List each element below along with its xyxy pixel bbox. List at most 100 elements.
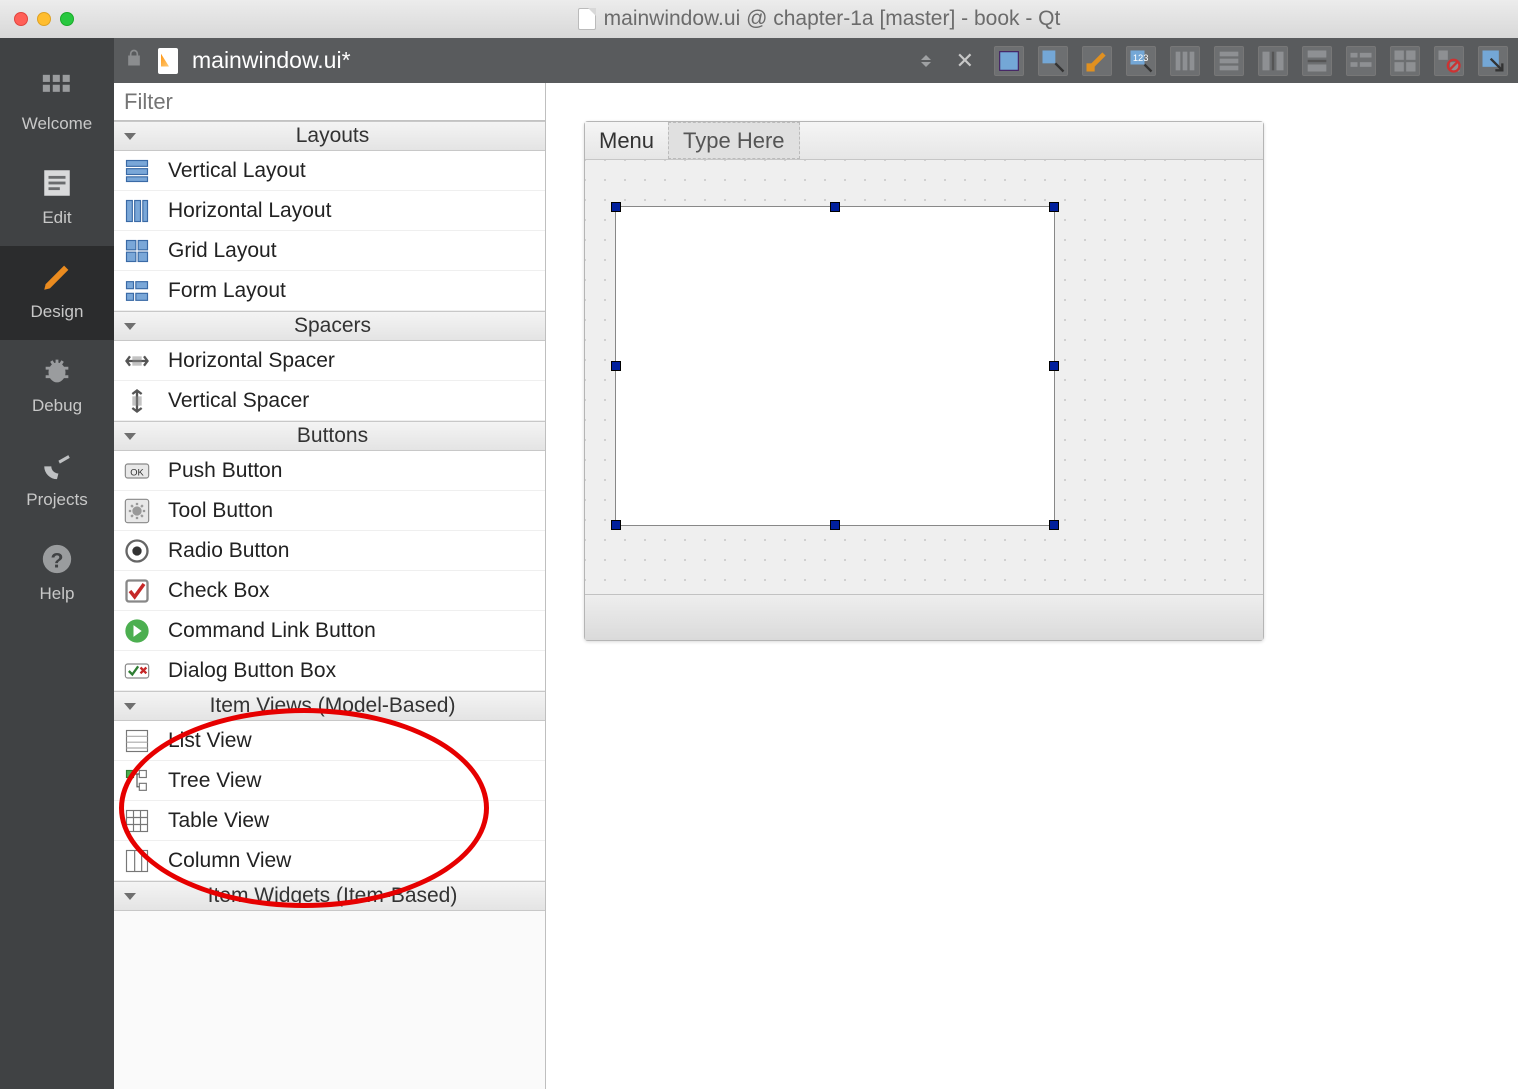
widget-item[interactable]: Tree View — [114, 761, 545, 801]
main-window-form[interactable]: Menu Type Here — [584, 121, 1264, 641]
edit-signals-slots-button[interactable] — [1038, 46, 1068, 76]
category-label: Layouts — [146, 124, 545, 148]
resize-handle-middle-right[interactable] — [1049, 361, 1059, 371]
close-document-button[interactable]: ✕ — [956, 48, 974, 74]
widget-item[interactable]: Vertical Spacer — [114, 381, 545, 421]
chevron-down-icon — [124, 133, 136, 140]
radiobutton-icon — [122, 536, 152, 566]
widget-item[interactable]: Dialog Button Box — [114, 651, 545, 691]
category-label: Buttons — [146, 424, 545, 448]
widget-item[interactable]: Command Link Button — [114, 611, 545, 651]
svg-text:?: ? — [51, 549, 64, 573]
resize-handle-top-center[interactable] — [830, 202, 840, 212]
form-statusbar[interactable] — [585, 594, 1263, 640]
widget-item[interactable]: Horizontal Layout — [114, 191, 545, 231]
edit-icon — [0, 164, 114, 202]
columnview-icon — [122, 846, 152, 876]
ui-file-icon — [158, 48, 178, 74]
widget-item[interactable]: Column View — [114, 841, 545, 881]
widget-item[interactable]: Table View — [114, 801, 545, 841]
window-minimize-button[interactable] — [37, 12, 51, 26]
mode-label: Welcome — [0, 114, 114, 134]
chevron-down-icon — [124, 323, 136, 330]
mode-debug[interactable]: Debug — [0, 340, 114, 434]
selected-widget[interactable] — [615, 206, 1055, 526]
widget-item-label: List View — [168, 729, 252, 753]
mode-selector-rail: Welcome Edit Design Debug Projects ?Help — [0, 38, 114, 1089]
chevron-down-icon — [124, 893, 136, 900]
widget-item[interactable]: Form Layout — [114, 271, 545, 311]
resize-handle-top-left[interactable] — [611, 202, 621, 212]
mode-label: Design — [0, 302, 114, 322]
mode-edit[interactable]: Edit — [0, 152, 114, 246]
widget-item[interactable]: OK Push Button — [114, 451, 545, 491]
projects-icon — [0, 446, 114, 484]
mode-help[interactable]: ?Help — [0, 528, 114, 622]
mode-label: Edit — [0, 208, 114, 228]
layout-grid-button[interactable] — [1390, 46, 1420, 76]
edit-buddies-button[interactable] — [1082, 46, 1112, 76]
document-switcher[interactable] — [916, 46, 936, 76]
widget-item[interactable]: Vertical Layout — [114, 151, 545, 191]
layout-horizontally-button[interactable] — [1170, 46, 1200, 76]
form-editor-canvas[interactable]: Menu Type Here — [546, 83, 1518, 1089]
resize-handle-bottom-center[interactable] — [830, 520, 840, 530]
widget-category-header[interactable]: Item Widgets (Item-Based) — [114, 881, 545, 911]
widget-category-header[interactable]: Spacers — [114, 311, 545, 341]
break-layout-button[interactable] — [1434, 46, 1464, 76]
layout-vertically-button[interactable] — [1214, 46, 1244, 76]
layout-horiz-splitter-button[interactable] — [1258, 46, 1288, 76]
menu-entry[interactable]: Menu — [585, 122, 668, 159]
debug-icon — [0, 352, 114, 390]
design-icon — [0, 258, 114, 296]
widget-item[interactable]: Check Box — [114, 571, 545, 611]
widget-item-label: Vertical Spacer — [168, 389, 309, 413]
pushbutton-icon: OK — [122, 456, 152, 486]
widget-item[interactable]: Horizontal Spacer — [114, 341, 545, 381]
resize-handle-bottom-right[interactable] — [1049, 520, 1059, 530]
widget-item[interactable]: List View — [114, 721, 545, 761]
window-title: mainwindow.ui @ chapter-1a [master] - bo… — [604, 7, 1061, 31]
document-icon — [578, 8, 596, 30]
widget-item[interactable]: Tool Button — [114, 491, 545, 531]
category-label: Item Views (Model-Based) — [146, 694, 545, 718]
layout-vert-splitter-button[interactable] — [1302, 46, 1332, 76]
widget-item[interactable]: Grid Layout — [114, 231, 545, 271]
listview-icon — [122, 726, 152, 756]
treeview-icon — [122, 766, 152, 796]
widget-item-label: Push Button — [168, 459, 282, 483]
widget-category-header[interactable]: Item Views (Model-Based) — [114, 691, 545, 721]
widget-box-list[interactable]: Layouts Vertical Layout Horizontal Layout G… — [114, 121, 545, 1089]
form-menubar[interactable]: Menu Type Here — [585, 122, 1263, 160]
gridlayout-icon — [122, 236, 152, 266]
resize-handle-middle-left[interactable] — [611, 361, 621, 371]
open-document-name: mainwindow.ui* — [192, 47, 351, 74]
widget-item-label: Vertical Layout — [168, 159, 306, 183]
widget-category-header[interactable]: Layouts — [114, 121, 545, 151]
dlgbtnbox-icon — [122, 656, 152, 686]
checkbox-icon — [122, 576, 152, 606]
adjust-size-button[interactable] — [1478, 46, 1508, 76]
mode-design[interactable]: Design — [0, 246, 114, 340]
resize-handle-top-right[interactable] — [1049, 202, 1059, 212]
widget-item[interactable]: Radio Button — [114, 531, 545, 571]
widget-category-header[interactable]: Buttons — [114, 421, 545, 451]
edit-tab-order-button[interactable]: 123 — [1126, 46, 1156, 76]
window-titlebar: mainwindow.ui @ chapter-1a [master] - bo… — [0, 0, 1518, 38]
mode-welcome[interactable]: Welcome — [0, 58, 114, 152]
widget-item-label: Horizontal Layout — [168, 199, 331, 223]
widget-filter-input[interactable] — [114, 83, 545, 121]
edit-widgets-button[interactable] — [994, 46, 1024, 76]
category-label: Item Widgets (Item-Based) — [146, 884, 545, 908]
mode-label: Projects — [0, 490, 114, 510]
menu-type-here-placeholder[interactable]: Type Here — [668, 122, 800, 159]
resize-handle-bottom-left[interactable] — [611, 520, 621, 530]
hlayout-icon — [122, 196, 152, 226]
layout-form-button[interactable] — [1346, 46, 1376, 76]
mode-projects[interactable]: Projects — [0, 434, 114, 528]
svg-text:123: 123 — [1133, 53, 1149, 63]
window-close-button[interactable] — [14, 12, 28, 26]
tableview-icon — [122, 806, 152, 836]
svg-text:OK: OK — [130, 467, 144, 477]
window-maximize-button[interactable] — [60, 12, 74, 26]
